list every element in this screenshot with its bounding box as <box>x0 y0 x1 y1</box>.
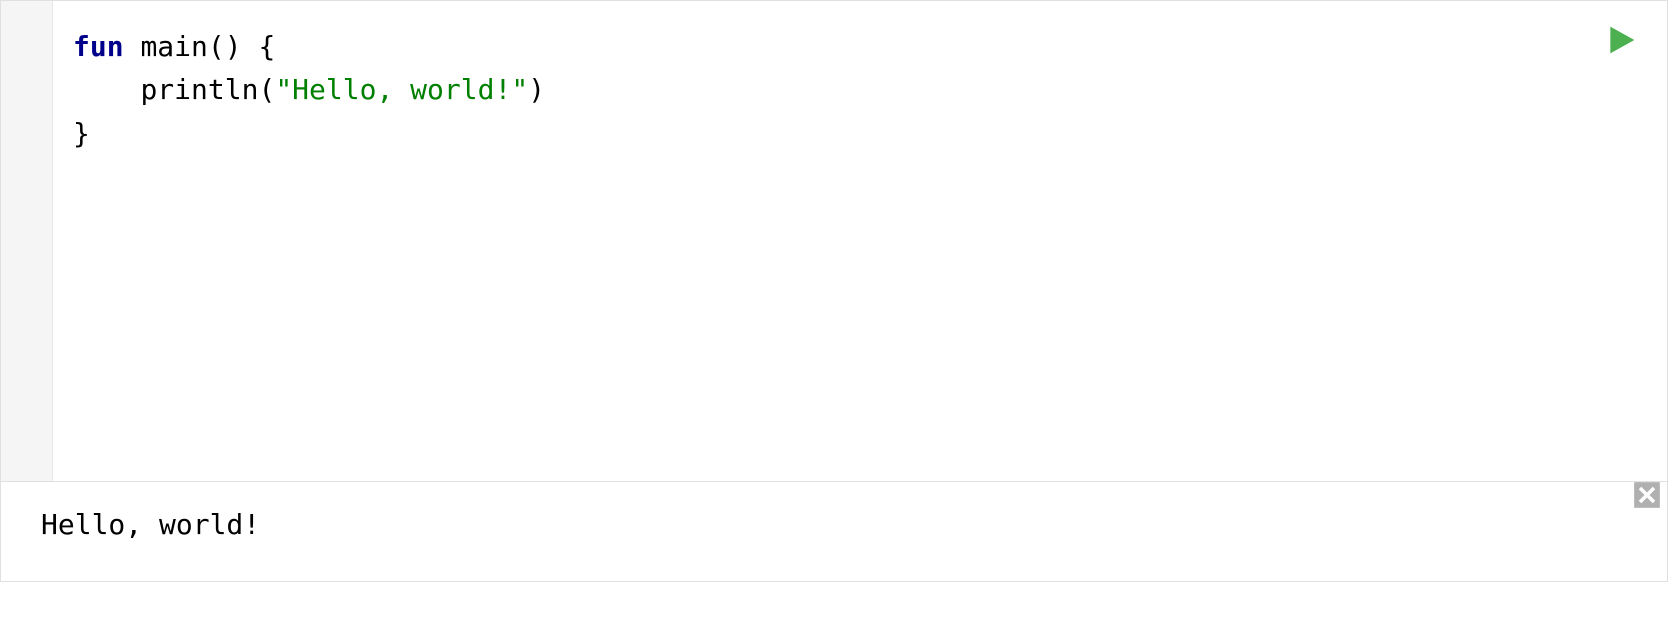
code-indent <box>73 73 140 106</box>
paren-close: ) <box>528 73 545 106</box>
paren-open: ( <box>258 73 275 106</box>
code-text <box>242 30 259 63</box>
output-text: Hello, world! <box>41 508 260 541</box>
close-output-button[interactable] <box>1633 486 1661 514</box>
play-icon <box>1605 24 1637 63</box>
keyword-fun: fun <box>73 30 124 63</box>
editor-gutter <box>1 1 53 481</box>
editor-container: fun main() { println("Hello, world!") } … <box>0 0 1668 582</box>
code-content: fun main() { println("Hello, world!") } <box>53 1 1667 481</box>
function-name: main <box>140 30 207 63</box>
code-editor[interactable]: fun main() { println("Hello, world!") } <box>1 1 1667 481</box>
brace-close: } <box>73 117 90 150</box>
run-button[interactable] <box>1603 25 1639 61</box>
close-icon <box>1633 479 1661 521</box>
code-text: () <box>208 30 242 63</box>
brace-open: { <box>258 30 275 63</box>
output-panel: Hello, world! <box>1 481 1667 581</box>
code-text <box>124 30 141 63</box>
string-literal: "Hello, world!" <box>275 73 528 106</box>
call-name: println <box>140 73 258 106</box>
